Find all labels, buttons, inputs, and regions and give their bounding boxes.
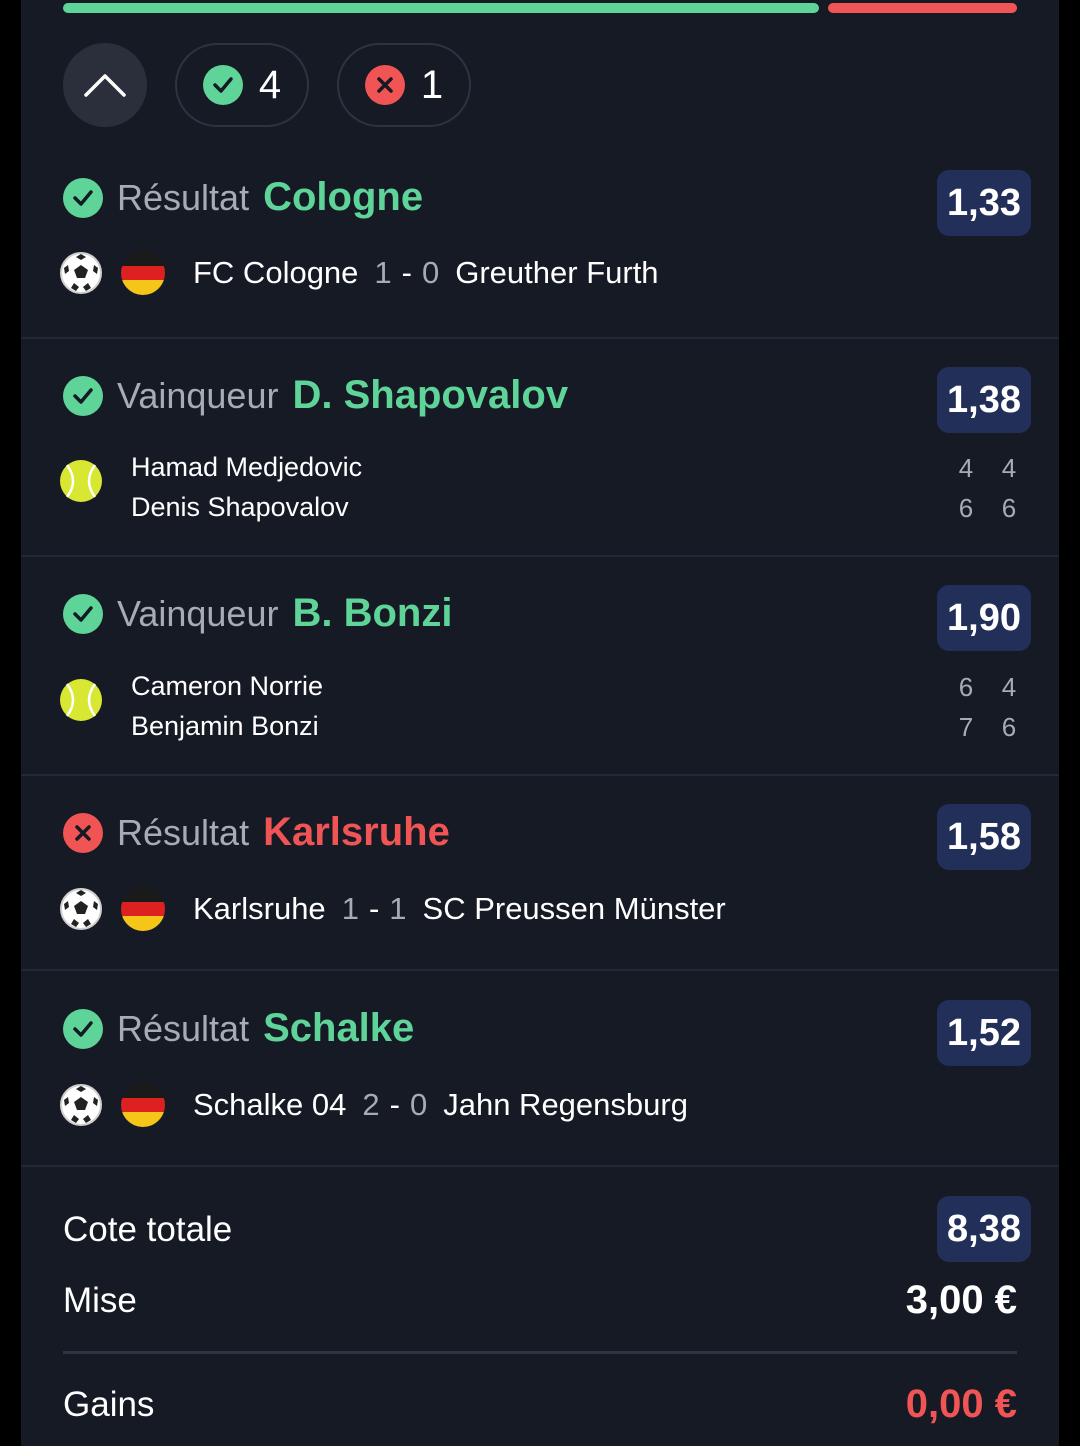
check-icon [202,65,243,105]
match-score: 2-0 [362,1087,428,1122]
tennis-ball-icon [60,460,102,502]
match-score: 1-1 [341,891,407,926]
player-2-name: Denis Shapovalov [131,492,349,522]
total-odds-label: Cote totale [63,1210,233,1249]
match-score: 1-0 [374,255,440,290]
away-team: SC Preussen Münster [422,891,726,926]
germany-flag-icon [121,887,165,931]
selection-item[interactable]: Résultat Schalke 1,52 Schalke 04 2-0 Jah… [21,971,1059,1167]
bet-slip-card: 4 1 Résultat Cologne 1,33 FC Cologne 1 -… [21,0,1059,1446]
selection-item[interactable]: Vainqueur B. Bonzi 1,90 Cameron Norrie B… [21,557,1059,776]
stake-label: Mise [63,1281,137,1320]
player-2-name: Benjamin Bonzi [131,711,319,741]
progress-won-segment [63,3,819,13]
lost-count: 1 [420,62,444,107]
chevron-up-icon [84,74,126,97]
selection-item[interactable]: Résultat Karlsruhe 1,58 Karlsruhe 1-1 SC… [21,776,1059,971]
set-score: 4 [1001,453,1017,483]
set-score: 7 [958,712,974,742]
check-icon [63,375,103,416]
market-label: Vainqueur [117,374,279,416]
soccer-ball-icon [60,888,102,930]
progress-lost-segment [828,3,1017,13]
divider [63,1351,1017,1354]
odds-badge: 1,38 [937,367,1031,433]
selection-item[interactable]: Vainqueur D. Shapovalov 1,38 Hamad Medje… [21,339,1059,557]
collapse-button[interactable] [63,43,147,127]
winnings-value: 0,00 € [905,1382,1017,1426]
won-count: 4 [258,62,282,107]
set-score: 6 [958,493,974,523]
pick-label: Schalke [263,1006,415,1050]
home-team: FC Cologne [193,255,359,290]
set-score: 4 [1001,672,1017,702]
stake-value: 3,00 € [905,1278,1017,1322]
cross-icon [63,812,103,853]
won-count-filter[interactable]: 4 [175,43,309,127]
pick-label: D. Shapovalov [292,373,569,417]
odds-badge: 1,52 [937,1000,1031,1066]
soccer-ball-icon [60,252,102,294]
pick-label: B. Bonzi [292,591,453,635]
set-score: 6 [1001,712,1017,742]
total-odds-badge: 8,38 [937,1196,1031,1262]
home-team: Karlsruhe [193,891,326,926]
market-label: Vainqueur [117,592,279,634]
soccer-ball-icon [60,1084,102,1126]
pick-label: Karlsruhe [263,810,450,854]
market-label: Résultat [117,811,250,853]
player-1-name: Cameron Norrie [131,671,324,701]
home-team: Schalke 04 [193,1087,347,1122]
player-1-name: Hamad Medjedovic [131,452,363,482]
away-team: Jahn Regensburg [443,1087,688,1122]
set-score: 6 [958,672,974,702]
winnings-label: Gains [63,1385,155,1424]
market-label: Résultat [117,1007,250,1049]
check-icon [63,177,103,218]
selection-item[interactable]: Résultat Cologne 1,33 FC Cologne 1-0 Gre… [21,140,1059,339]
odds-badge: 1,90 [937,585,1031,651]
pick-label: Cologne [263,175,424,219]
odds-badge: 1,33 [937,170,1031,236]
germany-flag-icon [121,251,165,295]
odds-badge: 1,58 [937,804,1031,870]
tennis-ball-icon [60,679,102,721]
set-score: 4 [958,453,974,483]
cross-icon [364,65,405,105]
germany-flag-icon [121,1083,165,1127]
away-team: Greuther Furth [455,255,659,290]
check-icon [63,593,103,634]
check-icon [63,1008,103,1049]
lost-count-filter[interactable]: 1 [337,43,471,127]
market-label: Résultat [117,176,250,218]
set-score: 6 [1001,493,1017,523]
